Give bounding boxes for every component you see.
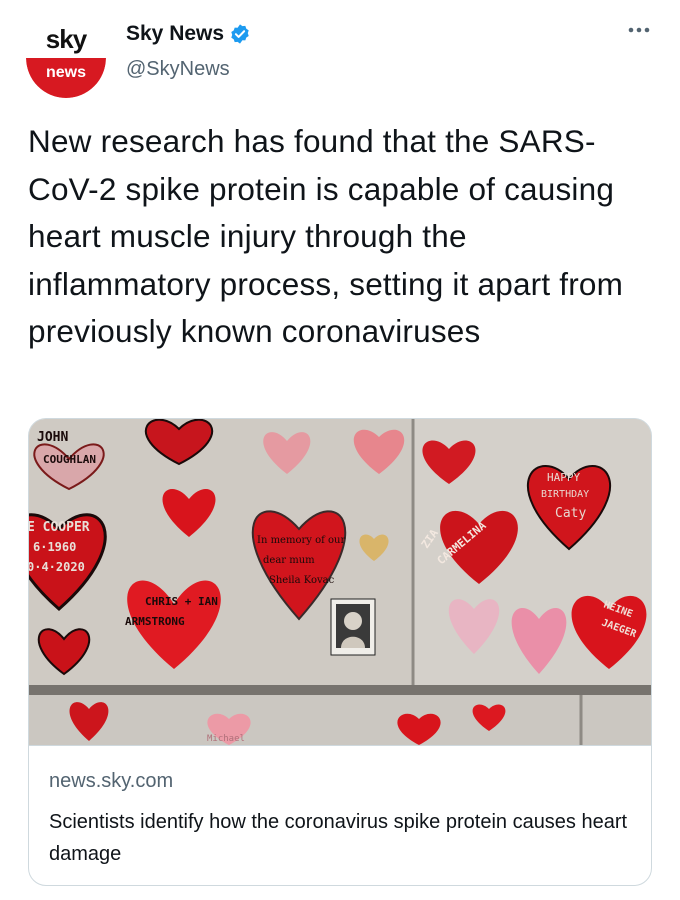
news-logo-badge: news — [26, 58, 106, 98]
wall-text: 0·4·2020 — [29, 560, 85, 574]
wall-text: Caty — [555, 506, 586, 521]
wall-text: CHRIS + IAN — [145, 595, 218, 608]
verified-badge-icon — [231, 24, 249, 44]
sky-logo-text: sky — [45, 24, 87, 54]
wall-text: In memory of our — [257, 535, 345, 546]
wall-text: Sheila Kovac — [269, 575, 335, 586]
wall-text: 6·1960 — [33, 540, 76, 554]
tweet-header: sky news Sky News @SkyNews — [26, 14, 654, 98]
handle[interactable]: @SkyNews — [126, 58, 230, 81]
card-meta[interactable]: news.sky.com Scientists identify how the… — [29, 745, 651, 885]
wall-text: dear mum — [263, 555, 315, 566]
name-row: Sky News — [126, 22, 251, 46]
tweet-text: New research has found that the SARS-CoV… — [28, 123, 624, 349]
wall-text: BIRTHDAY — [541, 489, 589, 500]
wall-text: E COOPER — [29, 520, 90, 535]
wall-text: JOHN — [37, 430, 68, 445]
wall-text: Michael — [207, 734, 245, 744]
card-image[interactable]: JOHN COUGHLAN E COOPER 6·1960 0·4·2020 C… — [29, 419, 651, 745]
wall-text: COUGHLAN — [43, 453, 96, 466]
wall-text: HAPPY — [547, 471, 580, 484]
link-card[interactable]: JOHN COUGHLAN E COOPER 6·1960 0·4·2020 C… — [28, 418, 652, 886]
more-options-icon[interactable] — [624, 20, 654, 40]
display-name[interactable]: Sky News — [126, 22, 224, 46]
card-title: Scientists identify how the coronavirus … — [49, 811, 628, 865]
news-logo-text: news — [45, 64, 86, 81]
wall-text: ARMSTRONG — [125, 615, 185, 628]
card-domain: news.sky.com — [49, 770, 174, 792]
avatar[interactable]: sky news — [26, 18, 106, 98]
